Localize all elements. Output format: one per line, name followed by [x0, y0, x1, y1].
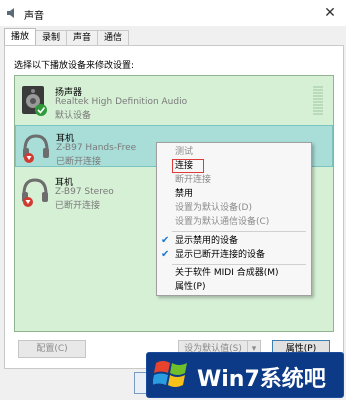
device-driver: Z-B97 Stereo	[55, 187, 114, 197]
tab-communications[interactable]: 通信	[97, 30, 130, 45]
menu-item-connect[interactable]: 连接	[172, 159, 205, 173]
check-badge-icon	[35, 104, 47, 116]
instruction-text: 选择以下播放设备来修改设置:	[14, 61, 135, 71]
speaker-icon	[22, 86, 47, 116]
menu-item-test[interactable]: 测试	[175, 146, 193, 158]
menu-item-disconnect[interactable]: 断开连接	[175, 174, 211, 186]
menu-item-set-default-device[interactable]: 设置为默认设备(D)	[175, 202, 252, 214]
watermark-banner: Win7系统吧	[146, 352, 344, 398]
tab-sounds[interactable]: 声音	[66, 30, 99, 45]
device-status: 已断开连接	[55, 201, 101, 211]
device-driver: Realtek High Definition Audio	[55, 97, 188, 107]
context-menu: 测试 连接 断开连接 禁用 设置为默认设备(D) 设置为默认通信设备(C) ✔ …	[156, 142, 312, 296]
tab-strip: 播放 录制 声音 通信	[4, 28, 130, 46]
speaker-app-icon	[7, 8, 14, 18]
headphones-icon	[22, 178, 48, 207]
menu-item-label: 显示已断开连接的设备	[175, 250, 266, 260]
checkmark-icon: ✔	[161, 235, 170, 246]
windows-logo-icon	[153, 361, 187, 387]
device-item-speaker[interactable]: 扬声器 Realtek High Definition Audio 默认设备	[15, 80, 333, 122]
menu-separator	[172, 231, 306, 232]
menu-item-show-disconnected[interactable]: ✔ 显示已断开连接的设备	[161, 249, 266, 261]
device-status: 已断开连接	[56, 157, 102, 167]
watermark-text: Win7系统吧	[197, 367, 326, 392]
tab-recording[interactable]: 录制	[35, 30, 68, 45]
window-title: 声音	[24, 11, 44, 22]
menu-item-set-default-comm-device[interactable]: 设置为默认通信设备(C)	[175, 216, 269, 228]
menu-item-properties[interactable]: 属性(P)	[175, 281, 205, 293]
menu-separator	[172, 264, 306, 265]
menu-item-about-midi[interactable]: 关于软件 MIDI 合成器(M)	[175, 267, 279, 279]
close-icon[interactable]: ✕	[318, 4, 342, 22]
device-driver: Z-B97 Hands-Free	[56, 143, 137, 153]
volume-level-meter	[313, 86, 323, 118]
menu-item-show-disabled[interactable]: ✔ 显示禁用的设备	[161, 235, 239, 247]
title-bar: 声音 ✕	[0, 0, 346, 26]
menu-item-label: 显示禁用的设备	[175, 236, 239, 246]
configure-button[interactable]: 配置(C)	[18, 340, 86, 358]
device-status: 默认设备	[55, 111, 92, 121]
checkmark-icon: ✔	[161, 249, 170, 260]
menu-item-disable[interactable]: 禁用	[175, 188, 193, 200]
tab-playback[interactable]: 播放	[4, 28, 37, 45]
headphones-icon	[23, 134, 49, 163]
